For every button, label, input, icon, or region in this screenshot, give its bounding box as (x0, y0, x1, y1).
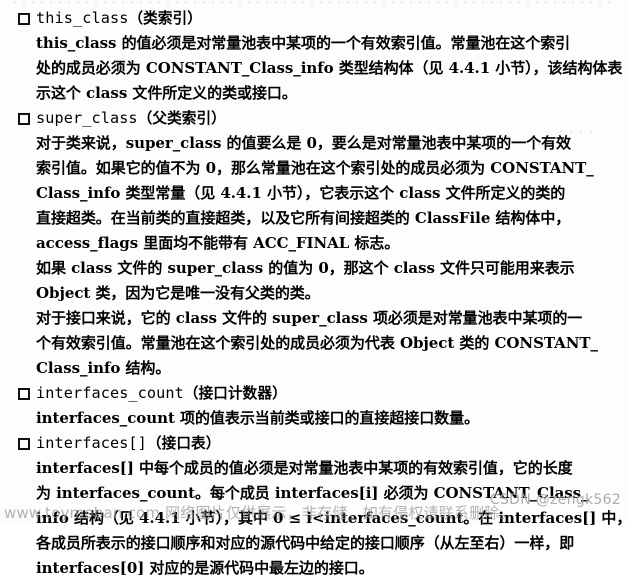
watermark-csdn: CSDN @zengk562 (489, 492, 621, 508)
body-line: Class_info 结构。 (36, 359, 171, 377)
heading-label: （父类索引） (137, 110, 226, 127)
body-line: 对于接口来说，它的 class 文件的 super_class 项必须是对常量池… (36, 309, 583, 327)
body-line: 各成员所表示的接口顺序和对应的源代码中给定的接口顺序（从左至右）一样，即 (36, 534, 575, 552)
heading-code: super_class (36, 109, 138, 127)
body-line: 如果 class 文件的 super_class 的值为 0，那这个 class… (36, 259, 575, 277)
body-line: 示这个 class 文件所定义的类或接口。 (36, 84, 297, 102)
section-interfaces-count: interfaces_count（接口计数器） interfaces_count… (0, 381, 627, 431)
square-bullet-icon (18, 113, 30, 125)
heading-code: this_class (36, 9, 129, 27)
watermark-toymoban: www.toymoban.com 网络图片仅供展示，非存储，如有侵权请联系删除。 (4, 504, 515, 522)
body-line: 索引值。如果它的值不为 0，那么常量池在这个索引处的成员必须为 CONSTANT… (36, 159, 594, 177)
body-line: 对于类来说，super_class 的值要么是 0，要么是对常量池表中某项的一个… (36, 134, 572, 152)
scanned-page: this_class（类索引） this_class 的值必须是对常量池表中某项… (0, 0, 627, 577)
section-heading: super_class（父类索引） (0, 106, 627, 131)
square-bullet-icon (18, 438, 30, 450)
heading-code: interfaces[] (36, 434, 147, 452)
heading-label: （类索引） (128, 10, 202, 27)
section-heading: interfaces[]（接口表） (0, 431, 627, 456)
heading-label: （接口表） (146, 435, 221, 452)
square-bullet-icon (18, 13, 30, 25)
body-line: 直接超类。在当前类的直接超类，以及它所有间接超类的 ClassFile 结构体中… (36, 209, 571, 227)
body-line: Object 类，因为它是唯一没有父类的类。 (36, 284, 320, 302)
square-bullet-icon (18, 388, 30, 400)
section-this-class: this_class（类索引） this_class 的值必须是对常量池表中某项… (0, 6, 627, 106)
body-line: this_class 的值必须是对常量池表中某项的一个有效索引值。常量池在这个索… (36, 34, 571, 52)
section-heading: interfaces_count（接口计数器） (0, 381, 627, 406)
heading-code: interfaces_count (36, 384, 184, 402)
body-line: interfaces[] 中每个成员的值必须是对常量池表中某项的有效索引值，它的… (36, 459, 573, 477)
body-line: interfaces_count 项的值表示当前类或接口的直接超接口数量。 (36, 409, 480, 427)
body-line: access_flags 里面均不能带有 ACC_FINAL 标志。 (36, 234, 400, 252)
section-heading: this_class（类索引） (0, 6, 627, 31)
body-line: 个有效索引值。常量池在这个索引处的成员必须为代表 Object 类的 CONST… (36, 334, 598, 352)
body-line: 处的成员必须为 CONSTANT_Class_info 类型结构体（见 4.4.… (36, 59, 623, 77)
scan-artifact-top (14, 2, 614, 3)
section-super-class: super_class（父类索引） 对于类来说，super_class 的值要么… (0, 106, 627, 381)
heading-label: （接口计数器） (183, 385, 287, 402)
body-line: Class_info 类型常量（见 4.4.1 小节），它表示这个 class … (36, 184, 566, 202)
body-line: interfaces[0] 对应的是源代码中最左边的接口。 (36, 559, 374, 577)
